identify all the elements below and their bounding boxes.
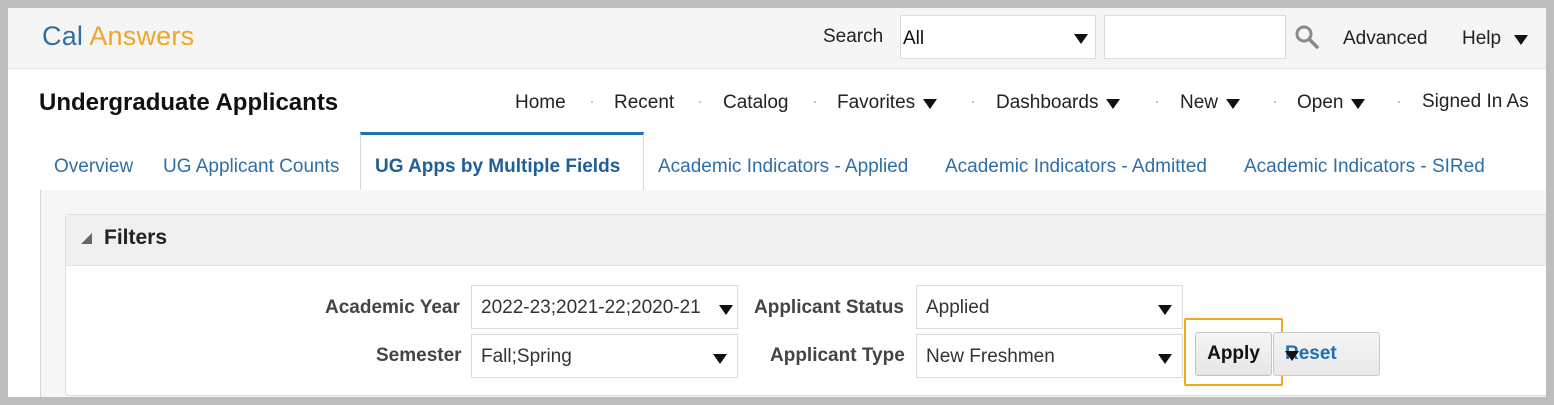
tab-ug-apps-by-multiple-fields-label: UG Apps by Multiple Fields <box>375 156 621 177</box>
applicant-type-value: New Freshmen <box>926 346 1055 367</box>
nav-recent[interactable]: Recent <box>614 92 674 114</box>
help-label: Help <box>1462 28 1502 49</box>
dropdown-arrow-icon <box>1158 354 1172 364</box>
nav-separator <box>972 101 974 103</box>
logo-answers: Answers <box>89 21 195 51</box>
dropdown-arrow-icon <box>719 305 733 315</box>
advanced-link[interactable]: Advanced <box>1343 28 1428 50</box>
search-icon[interactable] <box>1294 24 1320 50</box>
chevron-down-icon <box>1285 351 1299 361</box>
academic-year-value: 2022-23;2021-22;2020-21 <box>481 297 701 318</box>
nav-separator <box>1156 101 1158 103</box>
applicant-status-select[interactable]: Applied <box>916 285 1183 329</box>
apply-button[interactable]: Apply <box>1195 332 1272 376</box>
dropdown-arrow-icon <box>1158 305 1172 315</box>
nav-separator <box>814 101 816 103</box>
search-scope-value: All <box>903 28 925 49</box>
tab-ug-applicant-counts[interactable]: UG Applicant Counts <box>163 156 339 178</box>
chevron-down-icon <box>1351 99 1366 109</box>
tab-ug-apps-by-multiple-fields[interactable]: UG Apps by Multiple Fields <box>360 132 644 191</box>
filters-panel-header[interactable]: Filters <box>66 215 1546 266</box>
applicant-status-label: Applicant Status <box>754 297 904 318</box>
applicant-type-select[interactable]: New Freshmen <box>916 334 1183 378</box>
tab-overview[interactable]: Overview <box>54 156 133 178</box>
chevron-down-icon <box>923 99 938 109</box>
filters-title: Filters <box>104 226 168 249</box>
dropdown-arrow-icon <box>1074 34 1088 44</box>
semester-select[interactable]: Fall;Spring <box>471 334 738 378</box>
academic-year-label: Academic Year <box>325 297 460 318</box>
applicant-status-value: Applied <box>926 297 990 318</box>
nav-separator <box>1274 101 1276 103</box>
nav-open[interactable]: Open <box>1297 92 1366 114</box>
nav-separator <box>591 101 593 103</box>
nav-favorites-label: Favorites <box>837 92 916 113</box>
academic-year-select[interactable]: 2022-23;2021-22;2020-21 <box>471 285 738 329</box>
semester-label: Semester <box>376 345 462 366</box>
nav-signed-in-as[interactable]: Signed In As <box>1422 91 1529 113</box>
logo-cal: Cal <box>42 21 84 51</box>
collapse-triangle-icon[interactable] <box>81 233 92 244</box>
tab-academic-indicators-sired[interactable]: Academic Indicators - SIRed <box>1244 156 1485 178</box>
nav-new[interactable]: New <box>1180 92 1241 114</box>
tab-academic-indicators-applied[interactable]: Academic Indicators - Applied <box>658 156 908 178</box>
search-label: Search <box>823 26 884 47</box>
nav-open-label: Open <box>1297 92 1344 113</box>
chevron-down-icon <box>1514 35 1529 45</box>
applicant-type-label: Applicant Type <box>770 345 905 366</box>
top-header: Cal Answers Search All Advanced Help <box>8 8 1546 69</box>
page-title: Undergraduate Applicants <box>39 89 339 116</box>
nav-separator <box>699 101 701 103</box>
nav-separator <box>1398 101 1400 103</box>
nav-favorites[interactable]: Favorites <box>837 92 938 114</box>
nav-dashboards-label: Dashboards <box>996 92 1099 113</box>
semester-value: Fall;Spring <box>481 346 572 367</box>
help-menu[interactable]: Help <box>1462 28 1529 50</box>
tab-academic-indicators-admitted[interactable]: Academic Indicators - Admitted <box>945 156 1207 178</box>
chevron-down-icon <box>1106 99 1121 109</box>
nav-home[interactable]: Home <box>515 92 566 114</box>
chevron-down-icon <box>1226 99 1241 109</box>
cal-answers-logo[interactable]: Cal Answers <box>42 21 194 52</box>
nav-dashboards[interactable]: Dashboards <box>996 92 1121 114</box>
dropdown-arrow-icon <box>713 354 727 364</box>
search-scope-select[interactable]: All <box>900 15 1096 59</box>
nav-new-label: New <box>1180 92 1219 113</box>
search-input[interactable] <box>1104 15 1286 59</box>
app-window: Cal Answers Search All Advanced Help Und… <box>8 8 1546 397</box>
nav-catalog[interactable]: Catalog <box>723 92 789 114</box>
reset-button[interactable]: Reset <box>1273 332 1380 376</box>
